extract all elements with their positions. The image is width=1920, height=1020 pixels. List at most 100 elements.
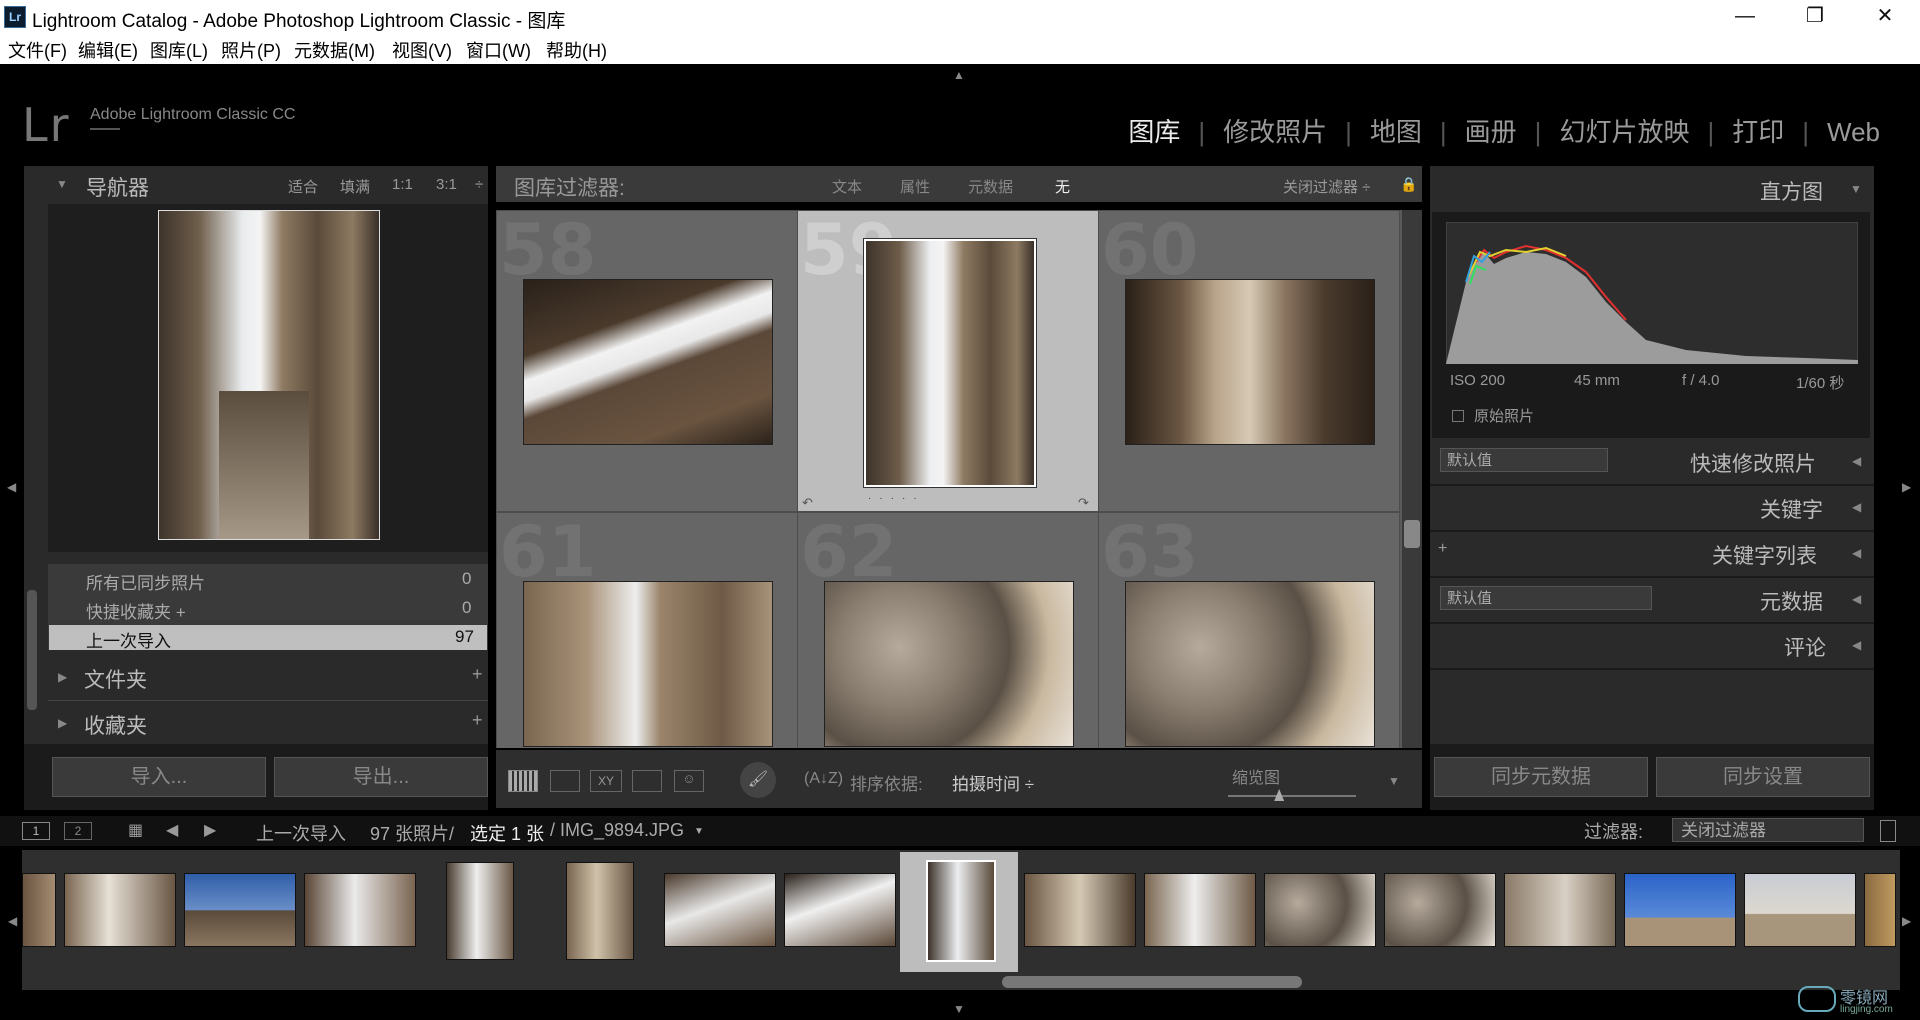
- previous-arrow-icon[interactable]: ◀: [166, 820, 178, 840]
- painter-icon[interactable]: 🖌: [740, 762, 776, 798]
- module-print[interactable]: 打印: [1714, 117, 1802, 147]
- module-develop[interactable]: 修改照片: [1205, 117, 1345, 147]
- filmstrip-filter-dropdown[interactable]: 关闭过滤器: [1672, 818, 1864, 842]
- navigator-collapse-icon[interactable]: ▼: [56, 177, 68, 191]
- close-button[interactable]: ✕: [1850, 0, 1920, 32]
- quick-develop-title[interactable]: 快速修改照片: [1690, 448, 1816, 478]
- comments-title[interactable]: 评论: [1784, 632, 1826, 662]
- toolbar-menu-icon[interactable]: ▼: [1388, 774, 1400, 788]
- collections-add-icon[interactable]: +: [472, 710, 483, 731]
- minimize-button[interactable]: —: [1710, 0, 1780, 32]
- filmstrip-thumbnail[interactable]: [664, 873, 776, 947]
- grid-cell[interactable]: 61: [496, 511, 798, 748]
- comments-expand-icon[interactable]: ◀: [1852, 638, 1861, 652]
- bottom-panel-toggle-icon[interactable]: ▼: [953, 1002, 965, 1016]
- left-panel-toggle-icon[interactable]: ◀: [7, 480, 16, 494]
- folders-expand-icon[interactable]: ▶: [58, 670, 67, 684]
- grid-scrollbar-track[interactable]: [1402, 210, 1422, 748]
- keyword-list-expand-icon[interactable]: ◀: [1852, 546, 1861, 560]
- grid-cell[interactable]: 60: [1098, 210, 1400, 512]
- top-panel-toggle-icon[interactable]: ▲: [953, 68, 965, 82]
- quick-develop-preset[interactable]: 默认值: [1440, 448, 1608, 472]
- filmstrip-thumbnail[interactable]: [304, 873, 416, 947]
- zoom-fit[interactable]: 适合: [288, 176, 318, 197]
- sort-direction-icon[interactable]: (A↓Z): [804, 770, 843, 788]
- filmstrip-source[interactable]: 上一次导入: [256, 820, 346, 846]
- rotate-right-icon[interactable]: ↷: [1078, 495, 1089, 511]
- import-button[interactable]: 导入...: [52, 757, 266, 797]
- grid-cell[interactable]: 63: [1098, 511, 1400, 748]
- rating-dots[interactable]: ·····: [868, 493, 925, 504]
- filter-metadata[interactable]: 元数据: [968, 176, 1013, 197]
- histogram-collapse-icon[interactable]: ▼: [1850, 182, 1862, 196]
- filmstrip-thumbnail[interactable]: [1504, 873, 1616, 947]
- filmstrip-thumbnail[interactable]: [566, 862, 634, 960]
- keyword-list-title[interactable]: 关键字列表: [1712, 540, 1817, 570]
- menu-photo[interactable]: 照片(P): [221, 37, 281, 63]
- menu-file[interactable]: 文件(F): [8, 37, 67, 63]
- filmstrip-filename[interactable]: / IMG_9894.JPG: [550, 820, 684, 841]
- filter-lock-icon[interactable]: 🔒: [1400, 176, 1417, 193]
- module-web[interactable]: Web: [1809, 117, 1898, 147]
- filmstrip-right-icon[interactable]: ▶: [1902, 914, 1911, 928]
- navigator-preview-photo[interactable]: [158, 210, 380, 540]
- menu-library[interactable]: 图库(L): [150, 37, 208, 63]
- rotate-left-icon[interactable]: ↶: [802, 495, 813, 511]
- grid-cell-selected[interactable]: 59 ····· ↶ ↷: [797, 210, 1099, 512]
- zoom-3-1[interactable]: 3:1: [436, 176, 457, 193]
- filmstrip-thumbnail[interactable]: [184, 873, 296, 947]
- original-photo-checkbox[interactable]: [1452, 410, 1464, 422]
- filter-none[interactable]: 无: [1055, 176, 1070, 197]
- photo-thumbnail[interactable]: [1125, 279, 1375, 445]
- thumbnail-slider-track[interactable]: [1228, 795, 1356, 797]
- people-view-icon[interactable]: ☺: [674, 770, 704, 792]
- module-slideshow[interactable]: 幻灯片放映: [1541, 117, 1707, 147]
- menu-edit[interactable]: 编辑(E): [78, 37, 138, 63]
- sort-dropdown[interactable]: 拍摄时间 ÷: [952, 770, 1034, 795]
- filename-dropdown-icon[interactable]: ▼: [694, 826, 704, 837]
- photo-thumbnail[interactable]: [1125, 581, 1375, 747]
- menu-metadata[interactable]: 元数据(M): [294, 37, 375, 63]
- metadata-title[interactable]: 元数据: [1760, 586, 1823, 616]
- loupe-view-icon[interactable]: [550, 770, 580, 792]
- export-button[interactable]: 导出...: [274, 757, 488, 797]
- filmstrip-thumbnail[interactable]: [1264, 873, 1376, 947]
- filmstrip-thumbnail[interactable]: [784, 873, 896, 947]
- secondary-window-button[interactable]: 2: [64, 822, 92, 840]
- zoom-stepper-icon[interactable]: ÷: [475, 176, 483, 193]
- keywords-title[interactable]: 关键字: [1760, 494, 1823, 524]
- filmstrip-thumbnail-selected[interactable]: [926, 860, 996, 962]
- photo-thumbnail[interactable]: [824, 581, 1074, 747]
- survey-view-icon[interactable]: [632, 770, 662, 792]
- module-map[interactable]: 地图: [1352, 117, 1440, 147]
- filmstrip-scrollbar-thumb[interactable]: [1002, 976, 1302, 988]
- filmstrip-left-icon[interactable]: ◀: [8, 914, 17, 928]
- folders-title[interactable]: 文件夹: [84, 664, 147, 694]
- filmstrip-thumbnail[interactable]: [1024, 873, 1136, 947]
- module-book[interactable]: 画册: [1447, 117, 1535, 147]
- keyword-list-add-icon[interactable]: +: [1438, 540, 1447, 558]
- sync-settings-button[interactable]: 同步设置: [1656, 757, 1870, 797]
- sync-metadata-button[interactable]: 同步元数据: [1434, 757, 1648, 797]
- photo-thumbnail-selected[interactable]: [863, 238, 1037, 488]
- filmstrip-thumbnail[interactable]: [1864, 873, 1896, 947]
- menu-window[interactable]: 窗口(W): [466, 37, 531, 63]
- filmstrip-thumbnail[interactable]: [1384, 873, 1496, 947]
- collections-expand-icon[interactable]: ▶: [58, 716, 67, 730]
- photo-thumbnail[interactable]: [523, 581, 773, 747]
- grid-cell[interactable]: 62: [797, 511, 1099, 748]
- filter-preset-dropdown[interactable]: 关闭过滤器 ÷: [1283, 176, 1370, 197]
- collections-title[interactable]: 收藏夹: [84, 710, 147, 740]
- grid-scrollbar-thumb[interactable]: [1404, 520, 1420, 548]
- menu-view[interactable]: 视图(V): [392, 37, 452, 63]
- keywords-expand-icon[interactable]: ◀: [1852, 500, 1861, 514]
- filmstrip-thumbnail[interactable]: [1144, 873, 1256, 947]
- grid-shortcut-icon[interactable]: ▦: [128, 820, 143, 840]
- grid-cell[interactable]: 58: [496, 210, 798, 512]
- filmstrip-thumbnail[interactable]: [22, 873, 56, 947]
- primary-window-button[interactable]: 1: [22, 822, 50, 840]
- catalog-all-synced[interactable]: 所有已同步照片: [86, 569, 205, 594]
- grid-view-icon[interactable]: [508, 770, 538, 792]
- filter-text[interactable]: 文本: [832, 176, 862, 197]
- folders-add-icon[interactable]: +: [472, 664, 483, 685]
